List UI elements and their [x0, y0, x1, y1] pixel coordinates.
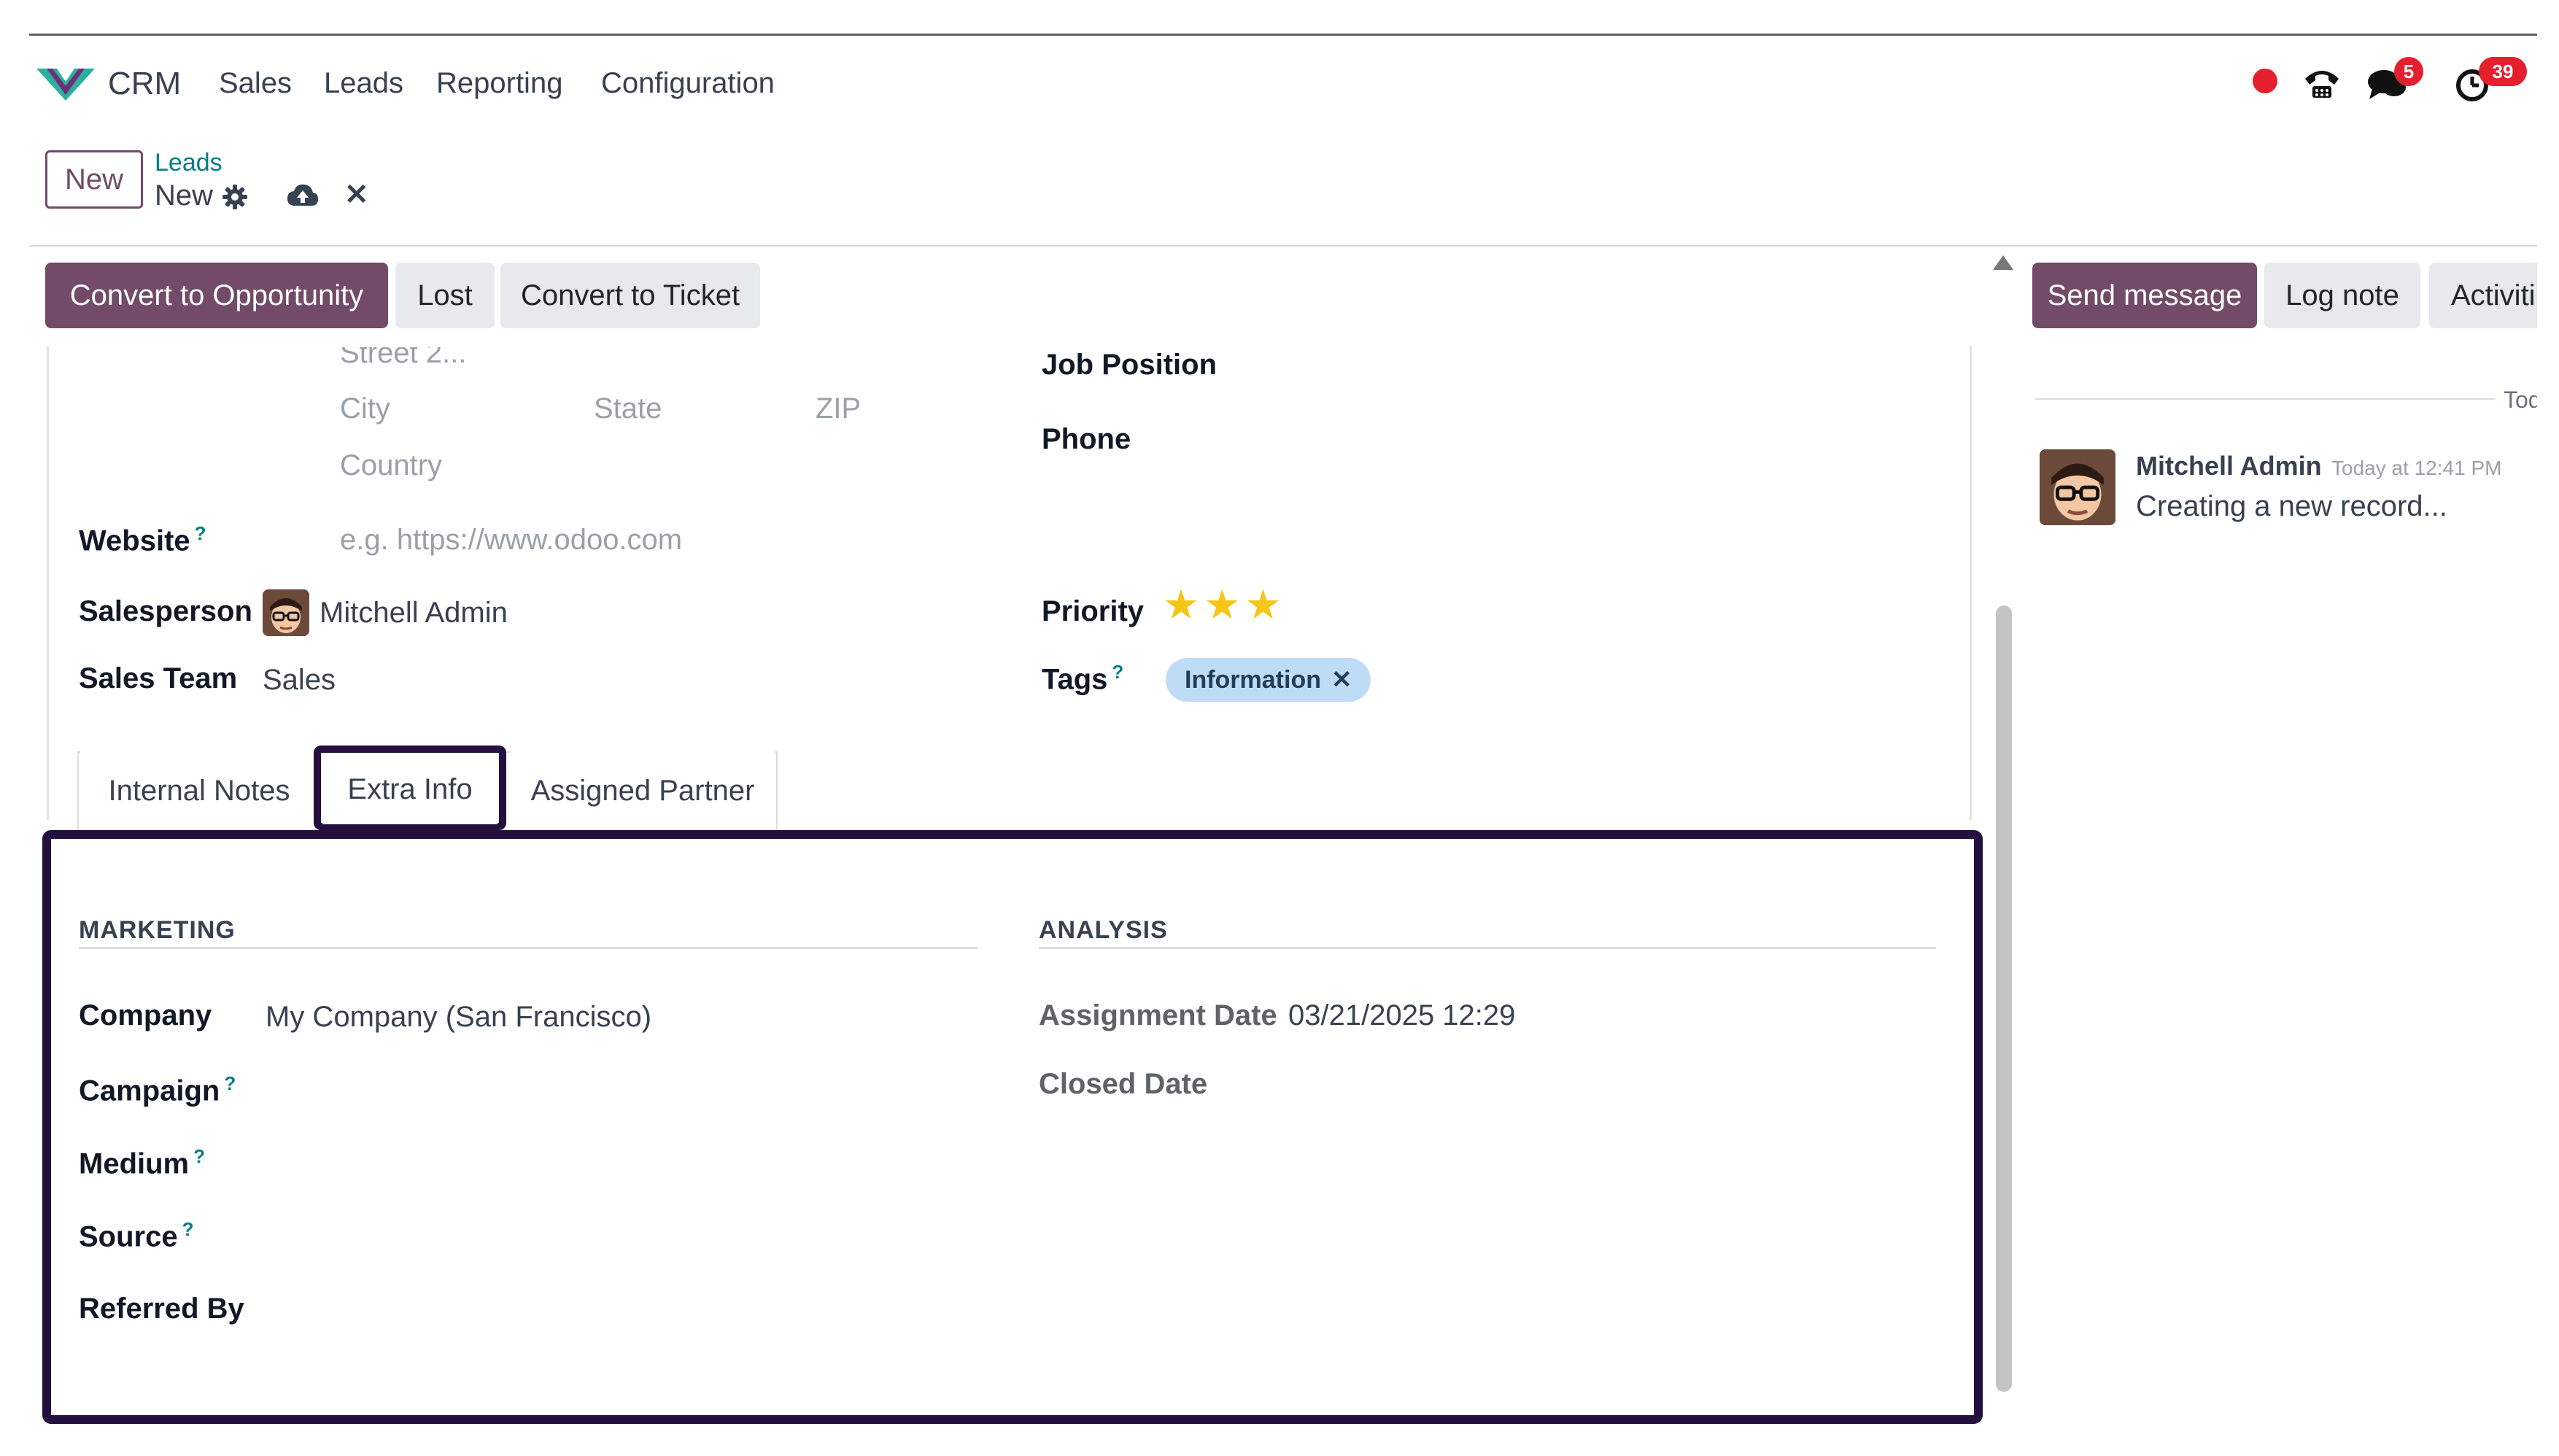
website-input[interactable]: e.g. https://www.odoo.com [340, 524, 682, 557]
referred-by-input[interactable] [266, 1288, 966, 1332]
source-label: Source? [79, 1218, 194, 1253]
log-note-button[interactable]: Log note [2264, 263, 2420, 328]
star-icon[interactable]: ★ [1244, 581, 1281, 629]
help-icon[interactable]: ? [195, 522, 206, 544]
country-field[interactable]: Country [340, 449, 442, 482]
salesperson-value[interactable]: Mitchell Admin [320, 597, 508, 630]
chatter-date-label: Tod [2504, 387, 2537, 413]
remove-tag-icon[interactable]: ✕ [1331, 665, 1352, 694]
menu-reporting[interactable]: Reporting [436, 67, 562, 100]
tab-internal-notes[interactable]: Internal Notes [80, 751, 318, 830]
zip-field[interactable]: ZIP [816, 392, 861, 425]
sales-team-label: Sales Team [79, 662, 238, 694]
state-field[interactable]: State [594, 392, 662, 425]
chatter-timestamp: Today at 12:41 PM [2331, 457, 2502, 479]
chatter-message: Creating a new record... [2136, 490, 2447, 522]
convert-to-opportunity-button[interactable]: Convert to Opportunity [45, 263, 388, 328]
chatter-author[interactable]: Mitchell Admin [2136, 451, 2322, 481]
closed-date-label: Closed Date [1039, 1068, 1208, 1100]
analysis-divider [1039, 947, 1936, 949]
tab-extra-info[interactable]: Extra Info [322, 754, 498, 824]
activities-button[interactable]: Activiti [2429, 263, 2537, 328]
activities-button-clip: Activiti [2429, 263, 2537, 328]
campaign-label: Campaign? [79, 1072, 236, 1107]
scroll-up-arrow-icon[interactable] [1993, 255, 2013, 270]
menu-sales[interactable]: Sales [219, 67, 292, 100]
tags-label: Tags? [1042, 661, 1124, 696]
send-message-button[interactable]: Send message [2032, 263, 2257, 328]
menu-leads[interactable]: Leads [324, 67, 403, 100]
marketing-section-title: MARKETING [79, 916, 236, 944]
form-sheet-right-edge [1970, 346, 1972, 820]
new-record-button[interactable]: New [45, 150, 143, 209]
medium-input[interactable] [266, 1141, 966, 1185]
breadcrumb-leads[interactable]: Leads [155, 149, 222, 177]
sales-team-value[interactable]: Sales [263, 664, 336, 697]
help-icon[interactable]: ? [224, 1072, 236, 1094]
window-top-border [29, 34, 2537, 36]
website-label: Website? [79, 522, 206, 557]
tab-assigned-partner[interactable]: Assigned Partner [511, 751, 775, 830]
save-cloud-icon[interactable] [286, 182, 320, 209]
extra-info-panel [42, 830, 1983, 1424]
discard-x-icon[interactable]: ✕ [344, 178, 369, 212]
company-value[interactable]: My Company (San Francisco) [266, 1001, 651, 1034]
source-input[interactable] [266, 1214, 966, 1258]
menu-configuration[interactable]: Configuration [601, 67, 775, 100]
phone-icon[interactable] [2302, 64, 2342, 101]
gear-icon[interactable] [222, 184, 248, 210]
salesperson-label: Salesperson [79, 595, 252, 627]
medium-label: Medium? [79, 1145, 206, 1180]
company-label: Company [79, 999, 212, 1031]
recording-dot-icon[interactable] [2253, 69, 2277, 93]
job-position-label: Job Position [1042, 349, 1217, 381]
campaign-input[interactable] [266, 1068, 966, 1112]
priority-label: Priority [1042, 595, 1145, 627]
salesperson-avatar [263, 589, 309, 636]
form-sheet-left-edge [47, 346, 49, 820]
messages-badge: 5 [2394, 57, 2423, 86]
control-panel-divider [29, 245, 2537, 247]
star-icon[interactable]: ★ [1163, 581, 1199, 629]
convert-to-ticket-button[interactable]: Convert to Ticket [500, 263, 760, 328]
form-scrollbar[interactable] [1996, 605, 2012, 1392]
help-icon[interactable]: ? [193, 1145, 205, 1167]
referred-by-label: Referred By [79, 1293, 244, 1325]
app-name[interactable]: CRM [108, 66, 181, 102]
street2-field[interactable]: Street 2... [340, 347, 466, 370]
crm-logo-icon [36, 69, 95, 101]
assignment-date-label: Assignment Date [1039, 999, 1277, 1031]
assignment-date-value: 03/21/2025 12:29 [1288, 999, 1516, 1031]
tag-badge: Information ✕ [1166, 658, 1371, 702]
help-icon[interactable]: ? [182, 1218, 194, 1240]
phone-label: Phone [1042, 423, 1131, 455]
marketing-divider [79, 947, 977, 949]
star-icon[interactable]: ★ [1204, 581, 1240, 629]
tag-label: Information [1185, 665, 1321, 694]
breadcrumb-current: New [155, 179, 214, 212]
chatter-author-avatar [2040, 449, 2115, 525]
activities-badge: 39 [2479, 57, 2527, 86]
analysis-section-title: ANALYSIS [1039, 916, 1168, 944]
chatter-date-divider [2035, 398, 2495, 400]
priority-stars: ★ ★ ★ [1163, 581, 1282, 629]
help-icon[interactable]: ? [1112, 661, 1123, 683]
lost-button[interactable]: Lost [395, 263, 495, 328]
city-field[interactable]: City [340, 392, 390, 425]
